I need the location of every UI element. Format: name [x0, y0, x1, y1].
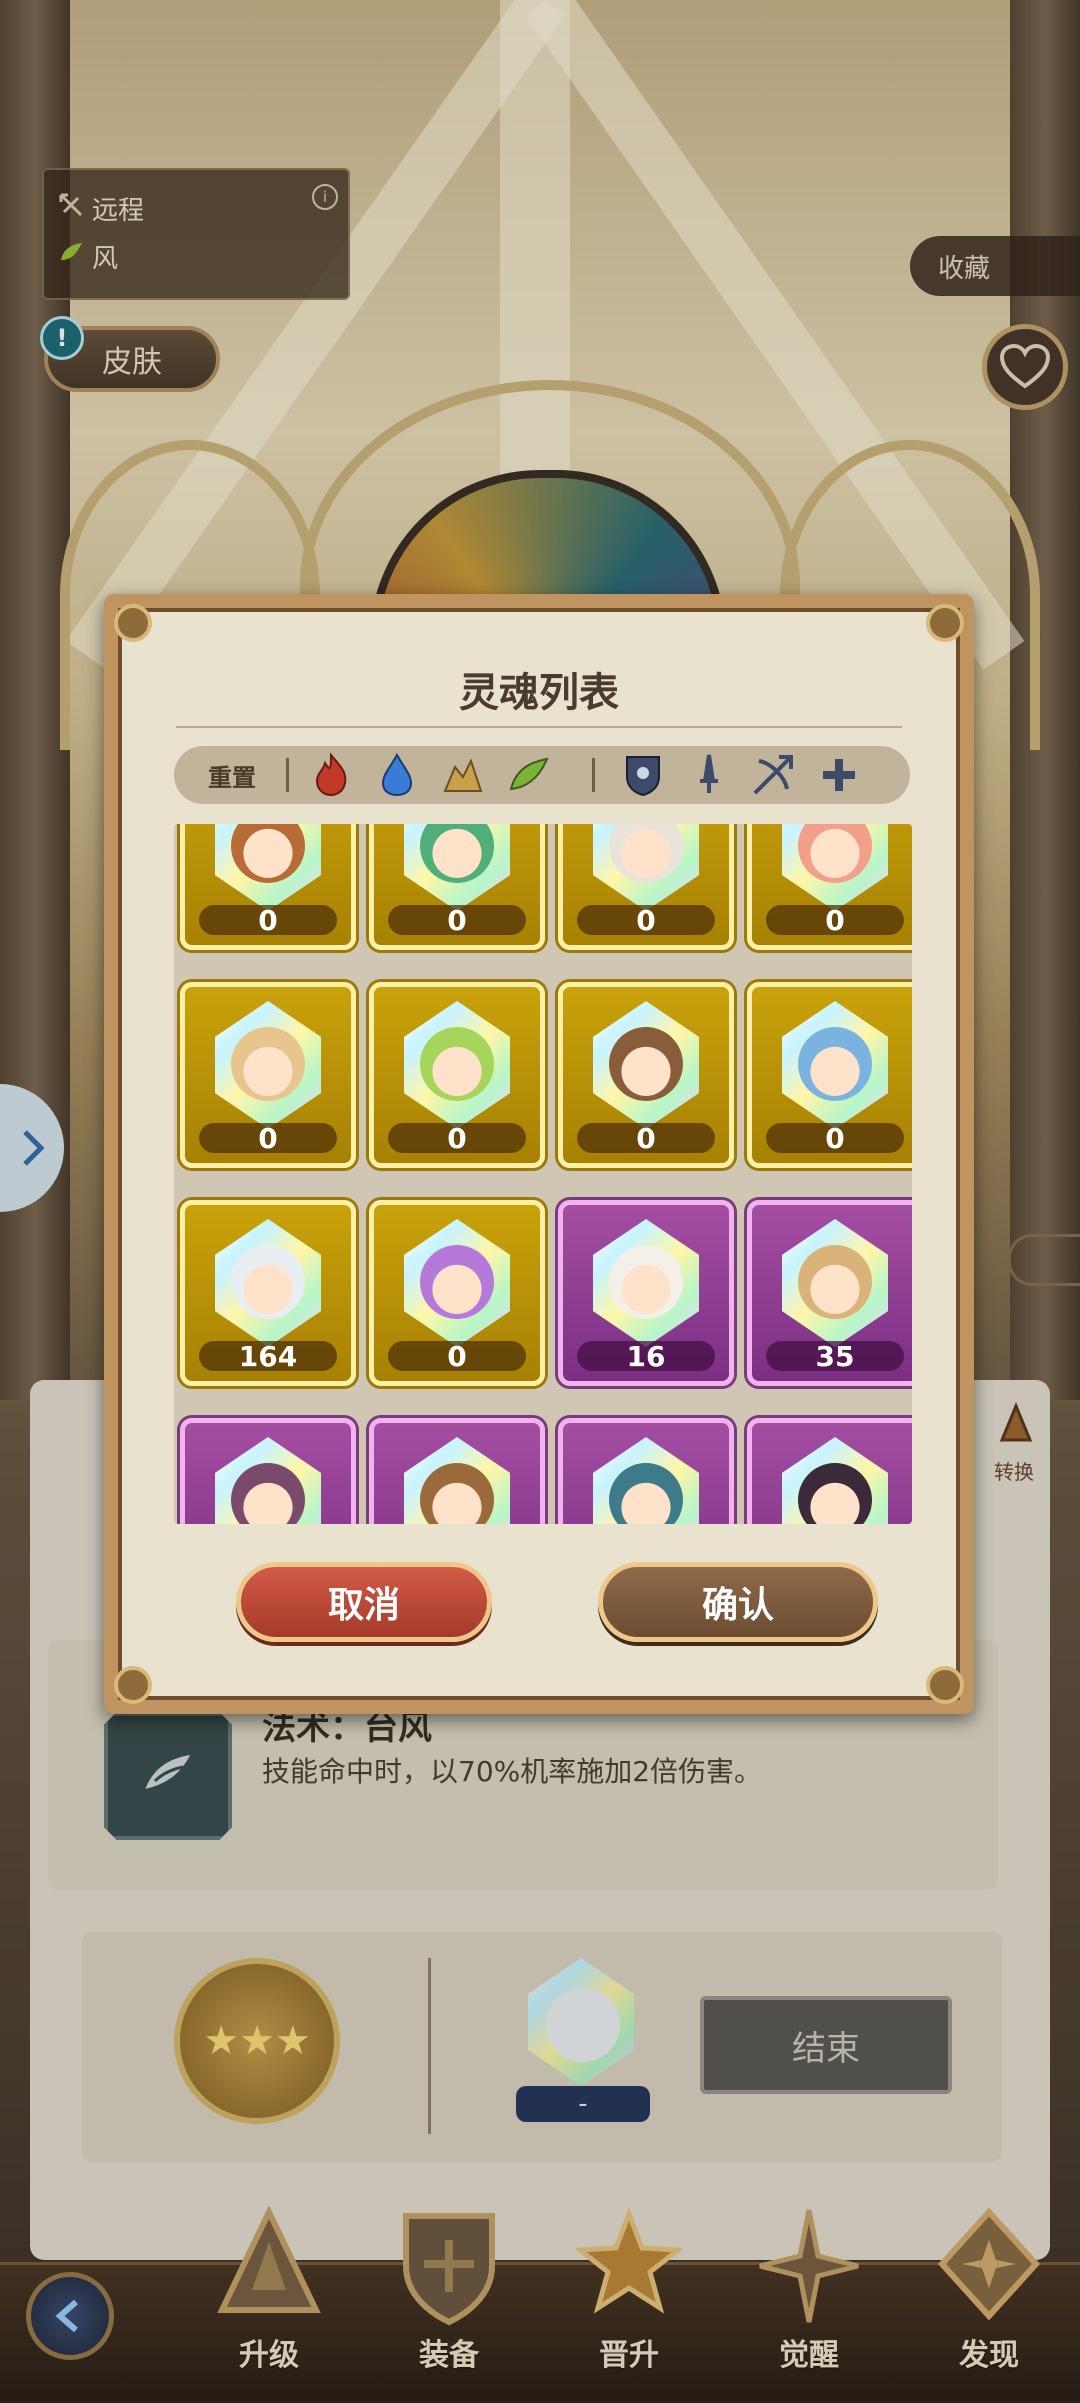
soul-card[interactable]	[558, 1418, 734, 1524]
soul-portrait	[231, 1245, 305, 1319]
soul-count: 0	[388, 1122, 526, 1155]
title-divider	[176, 726, 902, 728]
water-icon[interactable]	[372, 750, 422, 800]
soul-card[interactable]: 0	[180, 982, 356, 1168]
sword-icon[interactable]	[684, 750, 734, 800]
filter-bar: 重置	[174, 746, 910, 804]
fire-icon[interactable]	[306, 750, 356, 800]
corner-ornament	[926, 1666, 964, 1704]
corner-ornament	[926, 604, 964, 642]
soul-card[interactable]: 0	[747, 824, 912, 950]
soul-portrait	[609, 1245, 683, 1319]
soul-count: 0	[577, 1122, 715, 1155]
soul-count: 0	[577, 904, 715, 937]
dialog-title: 灵魂列表	[459, 670, 619, 716]
soul-portrait	[609, 1027, 683, 1101]
soul-card[interactable]: 0	[747, 982, 912, 1168]
soul-card[interactable]	[747, 1418, 912, 1524]
soul-count: 164	[199, 1340, 337, 1373]
soul-count: 0	[388, 1340, 526, 1373]
soul-portrait	[798, 1027, 872, 1101]
reset-filter-button[interactable]: 重置	[208, 746, 256, 804]
bow-icon[interactable]	[748, 750, 798, 800]
soul-card[interactable]: 35	[747, 1200, 912, 1386]
tank-icon[interactable]	[618, 750, 668, 800]
soul-card[interactable]	[369, 1418, 545, 1524]
confirm-button[interactable]: 确认	[598, 1562, 878, 1642]
plus-icon[interactable]	[814, 750, 864, 800]
soul-count: 0	[199, 904, 337, 937]
soul-count: 0	[766, 1122, 904, 1155]
soul-portrait	[420, 1245, 494, 1319]
cancel-button[interactable]: 取消	[236, 1562, 492, 1642]
soul-portrait	[420, 1027, 494, 1101]
soul-count: 0	[388, 904, 526, 937]
soul-card[interactable]: 0	[369, 1200, 545, 1386]
soul-list-dialog: 灵魂列表 重置 0 0 0 0 0 0 0 0 164 0 16 35 取消 确认	[104, 594, 974, 1714]
soul-card[interactable]: 0	[180, 824, 356, 950]
filter-separator	[286, 758, 289, 792]
corner-ornament	[114, 1666, 152, 1704]
soul-card[interactable]: 0	[369, 824, 545, 950]
earth-icon[interactable]	[438, 750, 488, 800]
soul-card[interactable]: 164	[180, 1200, 356, 1386]
soul-count: 35	[766, 1340, 904, 1373]
soul-count: 0	[766, 904, 904, 937]
soul-count: 0	[199, 1122, 337, 1155]
soul-card[interactable]: 0	[558, 824, 734, 950]
soul-card[interactable]: 0	[369, 982, 545, 1168]
corner-ornament	[114, 604, 152, 642]
soul-card[interactable]: 0	[558, 982, 734, 1168]
soul-card[interactable]: 16	[558, 1200, 734, 1386]
soul-portrait	[798, 1245, 872, 1319]
wind-icon[interactable]	[504, 750, 554, 800]
soul-card[interactable]	[180, 1418, 356, 1524]
soul-grid[interactable]: 0 0 0 0 0 0 0 0 164 0 16 35	[174, 824, 912, 1524]
soul-portrait	[231, 1027, 305, 1101]
filter-separator	[592, 758, 595, 792]
soul-count: 16	[577, 1340, 715, 1373]
